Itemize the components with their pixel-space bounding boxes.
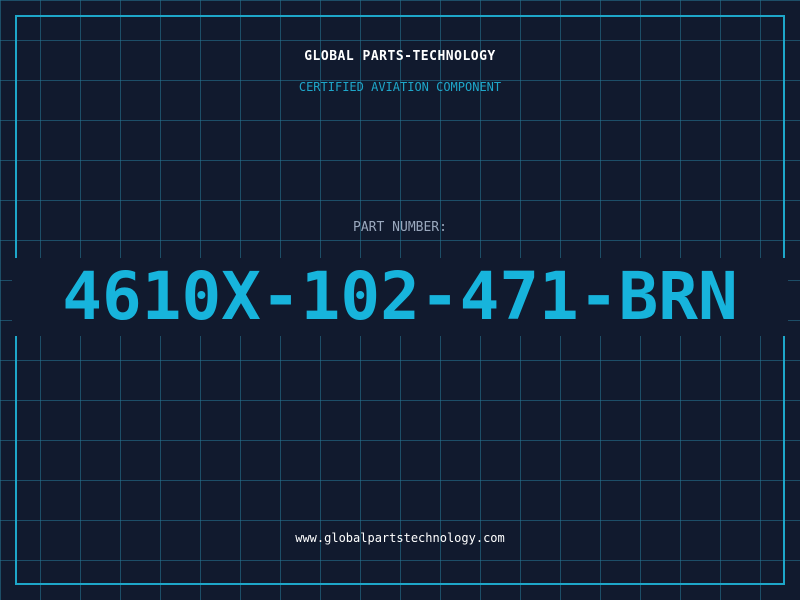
part-number-value: 4610X-102-471-BRN [62,258,738,335]
company-name: GLOBAL PARTS-TECHNOLOGY [304,49,496,64]
website-url: www.globalpartstechnology.com [295,531,505,545]
certification-tagline: CERTIFIED AVIATION COMPONENT [298,80,502,94]
label-canvas: GLOBAL PARTS-TECHNOLOGY CERTIFIED AVIATI… [0,0,800,600]
part-number-label: PART NUMBER: [353,220,447,235]
